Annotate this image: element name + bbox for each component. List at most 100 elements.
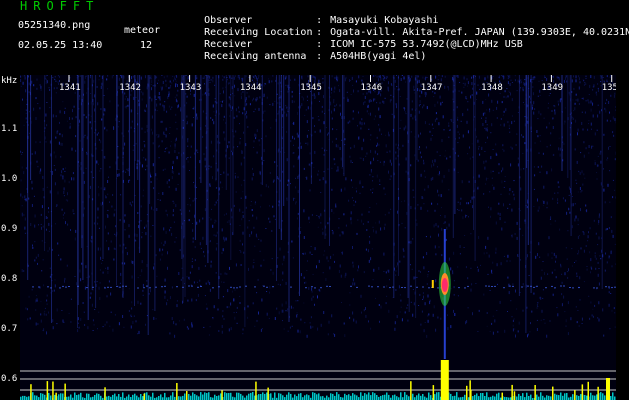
noise-dot [83, 311, 85, 313]
noise-dot [175, 98, 177, 102]
noise-dot [436, 151, 438, 153]
noise-dot [558, 76, 560, 78]
noise-dot [571, 79, 573, 83]
noise-dot [343, 213, 345, 216]
noise-dot [256, 151, 258, 154]
noise-dot [403, 127, 405, 131]
noise-dot [49, 190, 51, 194]
noise-dot [161, 253, 163, 256]
carrier-dot [218, 286, 220, 288]
carrier-dot [596, 287, 598, 289]
noise-dot [561, 273, 563, 275]
noise-dot [253, 140, 255, 143]
noise-dot [304, 282, 306, 284]
noise-dot [349, 292, 351, 294]
noise-dot [83, 180, 85, 184]
noise-dot [152, 142, 154, 145]
level-trace-bar [204, 392, 206, 400]
noise-dot [256, 319, 258, 322]
noise-dot [131, 316, 133, 318]
noise-dot [344, 187, 346, 191]
noise-dot [196, 75, 198, 77]
noise-dot [300, 142, 302, 145]
noise-dot [125, 247, 127, 249]
noise-dot [379, 128, 381, 132]
noise-dot [358, 75, 360, 79]
noise-dot [586, 209, 588, 213]
noise-dot [94, 132, 96, 134]
carrier-dot [329, 286, 331, 287]
noise-dot [171, 82, 173, 84]
noise-dot [53, 151, 55, 154]
noise-dot [430, 137, 432, 141]
noise-dot [100, 140, 102, 144]
noise-dot [367, 104, 369, 108]
noise-dot [519, 210, 521, 212]
noise-dot [247, 316, 249, 319]
noise-dot [212, 76, 214, 79]
noise-dot [470, 288, 472, 292]
noise-dot [575, 119, 577, 123]
noise-dot [485, 117, 487, 120]
noise-dot [297, 132, 299, 136]
noise-dot [434, 103, 436, 107]
noise-dot [568, 208, 570, 211]
carrier-dot [59, 287, 61, 289]
noise-dot [477, 139, 479, 143]
noise-dot [260, 264, 262, 267]
noise-dot [268, 185, 269, 188]
noise-dot [62, 319, 64, 323]
noise-dot [487, 273, 489, 275]
carrier-dot [233, 287, 235, 289]
noise-dot [418, 104, 420, 107]
noise-dot [389, 99, 391, 103]
noise-streak [205, 75, 207, 245]
noise-dot [146, 280, 148, 282]
noise-dot [379, 184, 381, 185]
noise-dot [57, 191, 59, 195]
noise-streak [87, 75, 89, 320]
noise-dot [449, 128, 451, 131]
noise-dot [237, 176, 239, 178]
noise-dot [370, 149, 372, 153]
noise-dot [575, 306, 577, 308]
level-trace-bar [62, 393, 64, 400]
noise-dot [597, 317, 599, 319]
noise-dot [440, 102, 442, 106]
noise-dot [331, 75, 333, 78]
noise-dot [118, 121, 120, 123]
noise-dot [79, 139, 81, 142]
noise-dot [418, 134, 420, 138]
noise-dot [114, 233, 116, 235]
noise-dot [192, 223, 193, 224]
noise-dot [293, 197, 294, 201]
noise-dot [312, 117, 314, 120]
level-trace-bar [474, 394, 476, 400]
noise-dot [331, 314, 333, 318]
noise-dot [296, 217, 298, 220]
noise-dot [118, 77, 120, 81]
noise-streak [225, 75, 227, 190]
noise-dot [448, 223, 450, 227]
noise-dot [297, 329, 299, 333]
noise-dot [614, 92, 616, 95]
noise-dot [27, 318, 29, 321]
noise-dot [395, 151, 397, 154]
noise-dot [489, 331, 491, 333]
noise-dot [55, 92, 57, 94]
noise-dot [333, 90, 335, 93]
noise-dot [245, 195, 247, 199]
noise-dot [45, 113, 47, 117]
noise-dot [307, 260, 308, 262]
noise-dot [214, 84, 216, 86]
noise-dot [83, 281, 84, 283]
noise-dot [460, 197, 462, 200]
noise-dot [501, 180, 503, 184]
noise-dot [138, 225, 140, 229]
noise-dot [221, 325, 223, 328]
noise-dot [295, 201, 297, 203]
noise-dot [108, 176, 109, 178]
noise-dot [55, 80, 57, 82]
noise-dot [328, 320, 330, 324]
noise-dot [151, 87, 152, 91]
